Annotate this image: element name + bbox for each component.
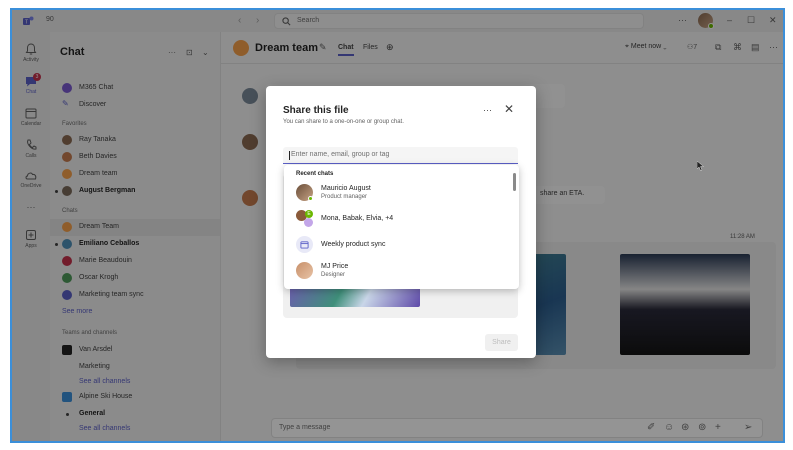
text-caret: [289, 151, 290, 160]
calendar-icon: [300, 241, 309, 249]
avatar: [296, 262, 313, 279]
recent-item-name: Mauricio August: [321, 185, 371, 192]
share-button[interactable]: Share: [485, 334, 518, 351]
recipient-search-input[interactable]: Enter name, email, group or tag: [283, 147, 518, 164]
avatar-initials: E: [305, 210, 313, 218]
recent-item-name: Mona, Babak, Elvia, +4: [321, 215, 394, 222]
recipient-placeholder: Enter name, email, group or tag: [291, 151, 390, 158]
recent-item-subtitle: Product manager: [321, 194, 368, 200]
recent-item-weekly-product-sync[interactable]: Weekly product sync: [284, 232, 512, 257]
recent-chats-label: Recent chats: [296, 171, 334, 177]
avatar: [304, 218, 313, 227]
meeting-chat-icon: [296, 236, 313, 253]
dialog-subtitle: You can share to a one-on-one or group c…: [283, 119, 404, 125]
more-options-icon[interactable]: ···: [483, 105, 492, 115]
scrollbar[interactable]: [513, 173, 516, 191]
dialog-title: Share this file: [283, 105, 349, 116]
avatar: [296, 184, 313, 201]
recent-item-mauricio-august[interactable]: Mauricio August Product manager: [284, 180, 512, 205]
recent-item-mj-price[interactable]: MJ Price Designer: [284, 258, 512, 283]
recent-chats-dropdown: Recent chats Mauricio August Product man…: [284, 165, 519, 289]
recent-item-name: MJ Price: [321, 263, 349, 270]
recent-item-subtitle: Designer: [321, 272, 346, 278]
recent-item-group-chat[interactable]: E Mona, Babak, Elvia, +4: [284, 206, 512, 231]
recent-item-name: Weekly product sync: [321, 241, 386, 248]
close-dialog-icon[interactable]: ✕: [504, 102, 514, 116]
presence-available-icon: [308, 196, 313, 201]
teams-window: T 90 ‹ › Search ··· – ☐ ✕ Activity 3 Cha…: [10, 8, 785, 443]
mouse-pointer-icon: [697, 161, 705, 171]
group-avatar: E: [296, 210, 313, 227]
